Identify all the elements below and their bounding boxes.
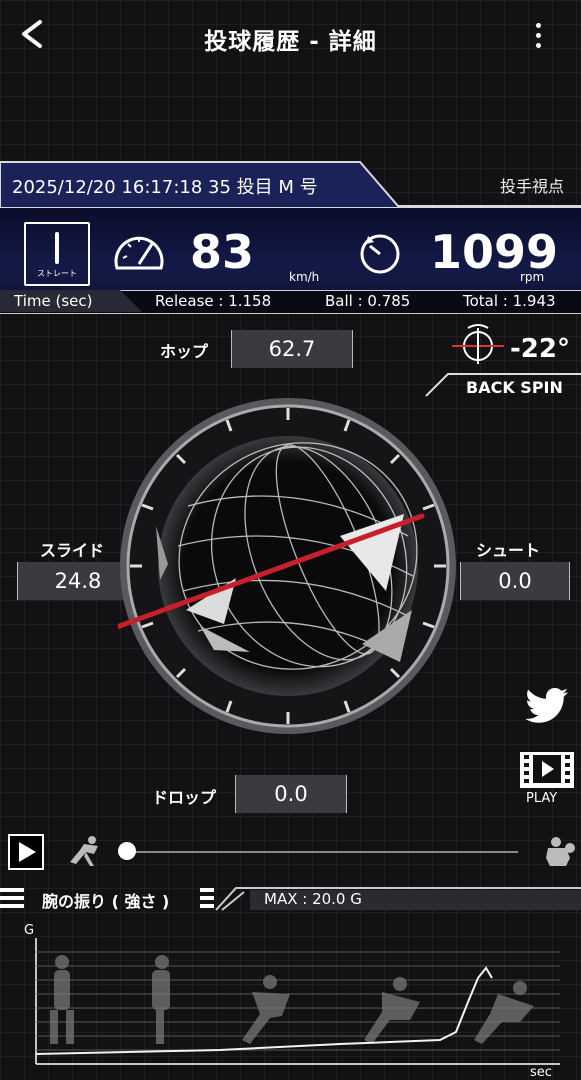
arm-swing-max: MAX : 20.0 G xyxy=(264,890,362,908)
graph-y-label: G xyxy=(24,923,34,938)
drop-label: ドロップ xyxy=(152,788,217,807)
spin-tilt-value: -22° xyxy=(510,334,570,364)
play-icon xyxy=(19,842,36,862)
twitter-share-button[interactable] xyxy=(524,686,570,726)
playback-track[interactable] xyxy=(128,851,518,853)
arm-swing-title: 腕の振り ( 強さ ) xyxy=(42,892,170,911)
shoot-value: 0.0 xyxy=(460,562,570,600)
more-button[interactable] xyxy=(528,20,548,56)
release-time: Release : 1.158 xyxy=(155,292,272,310)
hop-label: ホップ xyxy=(160,342,209,361)
spin-unit: rpm xyxy=(520,270,545,284)
tilt-icon xyxy=(452,324,504,364)
playback-slider-knob[interactable] xyxy=(118,842,136,860)
shoot-label: シュート xyxy=(476,541,541,560)
drop-value: 0.0 xyxy=(235,775,347,813)
time-label: Time (sec) xyxy=(14,292,93,310)
twitter-icon xyxy=(525,688,568,723)
pitch-type-label: ストレート xyxy=(37,269,77,278)
page-title: 投球履歴 - 詳細 xyxy=(204,29,377,55)
ball-time: Ball : 0.785 xyxy=(325,292,411,310)
speedometer-icon xyxy=(114,236,164,270)
view-mode-toggle[interactable]: 投手視点 xyxy=(500,173,564,197)
ball-rotation-view xyxy=(118,398,456,734)
pitcher-start-icon xyxy=(70,836,98,866)
pitch-datetime: 2025/12/20 16:17:18 35 投目 M 号 xyxy=(12,177,318,198)
film-icon[interactable] xyxy=(518,750,576,790)
play-button[interactable] xyxy=(8,834,44,870)
graph-x-label: sec xyxy=(530,1065,552,1080)
spin-icon xyxy=(360,234,400,274)
pitch-type-badge: ストレート xyxy=(24,222,90,286)
speed-value: 83 xyxy=(190,225,255,279)
hop-value: 62.7 xyxy=(231,330,353,368)
spin-type-label: BACK SPIN xyxy=(466,378,563,397)
play-video-label[interactable]: PLAY xyxy=(526,791,557,806)
total-time: Total : 1.943 xyxy=(463,292,556,310)
arm-swing-graph: G sec xyxy=(24,923,560,1080)
catcher-icon xyxy=(546,837,575,866)
slide-label: スライド xyxy=(40,541,105,560)
speed-unit: km/h xyxy=(289,270,320,284)
